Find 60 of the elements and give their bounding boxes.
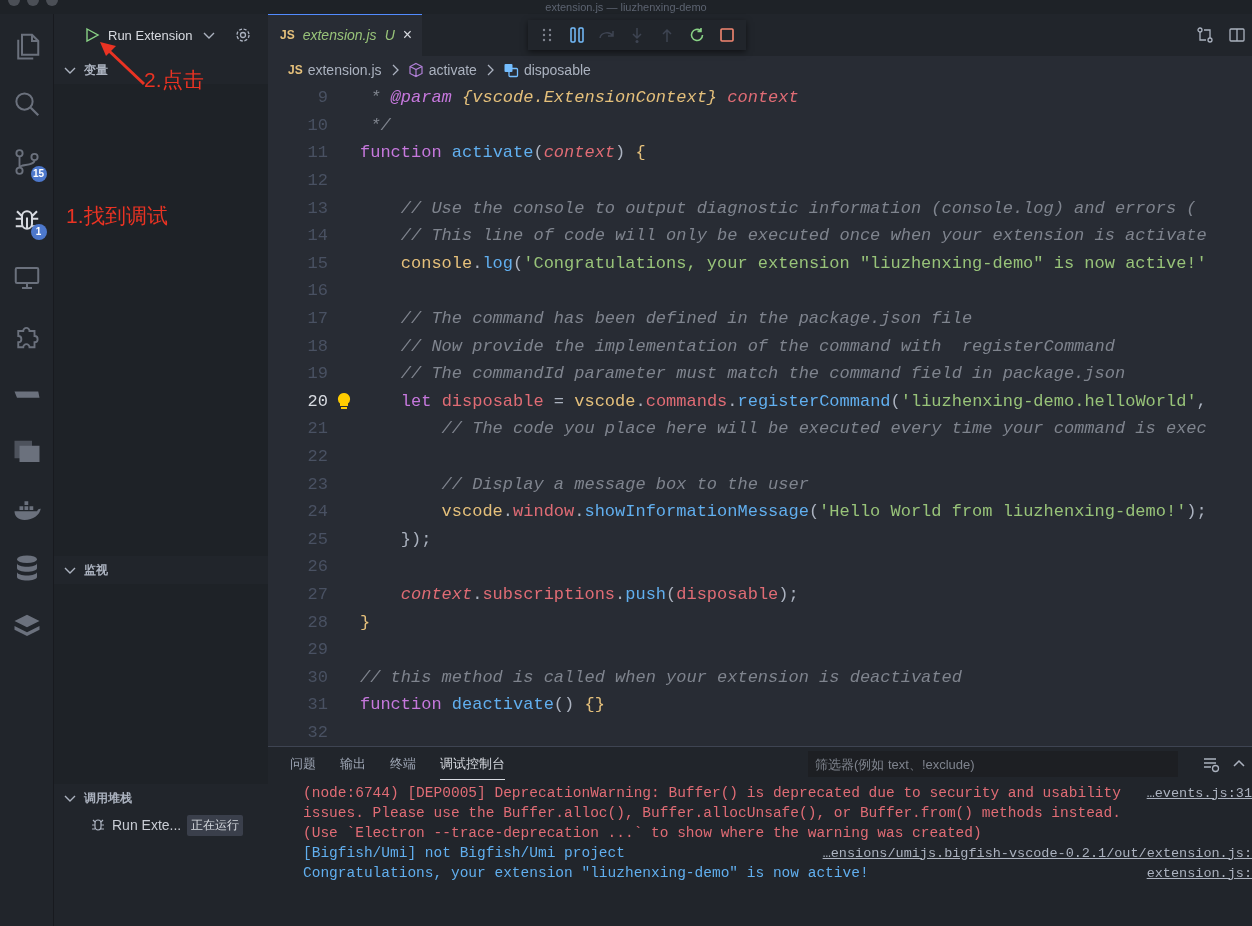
stop-icon[interactable]	[718, 26, 736, 44]
settings-icon[interactable]	[234, 27, 251, 43]
split-editor-icon[interactable]	[1228, 26, 1246, 44]
code-line: function activate(context) {	[360, 143, 646, 163]
code-line: // Use the console to output diagnostic information (console.log) and errors (	[399, 198, 1197, 218]
source-link[interactable]: …events.js:31	[1146, 785, 1252, 801]
breadcrumb-item[interactable]: disposable	[523, 62, 591, 78]
variable-icon	[502, 62, 519, 78]
console-message: issues. Please use the Buffer.alloc(), Buffer.allocUnsafe(), or Buffer.from() methods instead.	[303, 805, 1121, 821]
source-link[interactable]: extension.js:	[1146, 865, 1252, 881]
count-badge: 15	[30, 166, 47, 182]
code-line: // Now provide the implementation of the command with registerCommand	[399, 336, 1115, 356]
code-line: // Display a message box to the user	[440, 474, 809, 494]
js-file-icon: JS	[288, 63, 303, 77]
code-line: // The code you place here will be executed every time your command is exec	[440, 419, 1207, 439]
panel-tab[interactable]: 调试控制台	[440, 748, 505, 780]
panel-tab[interactable]: 输出	[340, 749, 366, 779]
code-line: });	[399, 529, 432, 549]
play-icon[interactable]	[84, 27, 100, 43]
console-message: (node:6744) [DEP0005] DeprecationWarning: Buffer() is deprecated due to security and usability	[303, 785, 1121, 801]
code-line: // The commandId parameter must match the command field in package.json	[399, 364, 1126, 384]
code-line: * @param {vscode.ExtensionContext} context	[369, 88, 799, 108]
console-message: [Bigfish/Umi] not Bigfish/Umi project	[303, 845, 625, 861]
code-line: vscode.window.showInformationMessage('Hello World from liuzhenxing-demo!');	[440, 502, 1207, 522]
annotation-text: 2.点击	[144, 67, 204, 93]
restart-icon[interactable]	[688, 26, 706, 44]
breadcrumb-item[interactable]: activate	[428, 62, 477, 78]
clear-console-icon[interactable]	[1202, 755, 1220, 773]
lightbulb-icon[interactable]	[337, 392, 351, 411]
breadcrumb-item[interactable]: extension.js	[307, 62, 382, 78]
code-line: }	[360, 612, 371, 632]
code-line: */	[369, 115, 391, 135]
panel-tab[interactable]: 终端	[390, 749, 416, 779]
filter-field[interactable]: 筛选器(例如 text、!exclude)	[808, 751, 1178, 777]
section-title[interactable]: 调用堆栈	[84, 789, 132, 807]
code-line: context.subscriptions.push(disposable);	[399, 585, 799, 604]
cube-icon	[407, 62, 424, 78]
console-message: Congratulations, your extension "liuzhenxing-demo" is now active!	[303, 865, 869, 881]
code-line: let disposable = vscode.commands.registerCommand('liuzhenxing-demo.helloWorld',	[399, 391, 1207, 411]
launch-config-label[interactable]: Run Extension	[108, 27, 193, 43]
panel-tab[interactable]: 问题	[290, 749, 316, 779]
annotation-text: 1.找到调试	[66, 203, 168, 229]
count-badge: 1	[30, 224, 47, 240]
code-line: // The command has been defined in the package.json file	[399, 309, 973, 329]
status-badge: 正在运行	[187, 814, 244, 836]
code-line: console.log('Congratulations, your extension "liuzhenxing-demo" is now active!'	[399, 253, 1207, 273]
section-title[interactable]: 变量	[84, 61, 108, 79]
code-line: // This line of code will only be executed once when your extension is activate	[399, 226, 1207, 246]
code-line: // this method is called when your extension is deactivated	[360, 667, 962, 687]
console-message: (Use `Electron --trace-deprecation ...` to show where the warning was created)	[303, 825, 982, 841]
pause-icon[interactable]	[568, 26, 586, 44]
code-line: function deactivate() {}	[360, 695, 605, 715]
bug-icon	[90, 817, 106, 833]
section-title[interactable]: 监视	[84, 561, 108, 579]
source-link[interactable]: …ensions/umijs.bigfish-vscode-0.2.1/out/extension.js:	[822, 845, 1252, 861]
editor-tab[interactable]: JS extension.js U ×	[268, 14, 423, 56]
line-number: 20	[306, 391, 328, 411]
session-name[interactable]: Run Exte...	[112, 817, 182, 833]
window-title: extension.js — liuzhenxing-demo	[545, 0, 707, 14]
compare-icon[interactable]	[1196, 26, 1214, 44]
